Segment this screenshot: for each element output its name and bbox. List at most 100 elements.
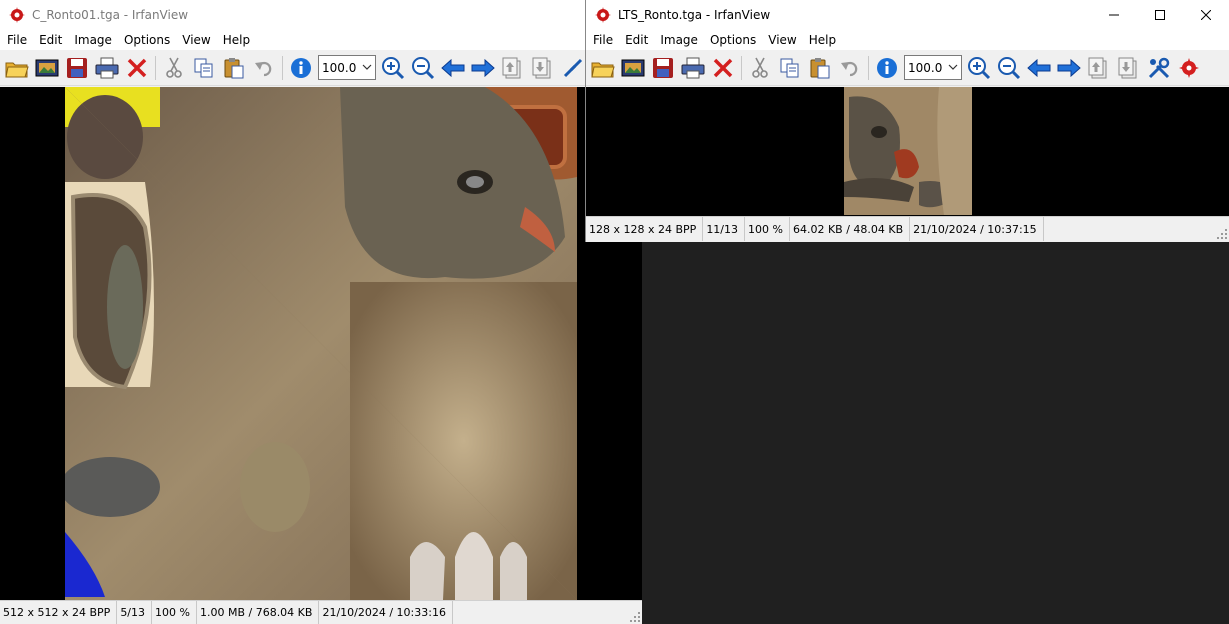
status-bar: 512 x 512 x 24 BPP 5/13 100 % 1.00 MB / …	[0, 600, 642, 624]
resize-grip-icon[interactable]	[630, 612, 640, 622]
copy-icon	[780, 58, 799, 77]
toolbar-separator	[741, 55, 742, 80]
open-folder-icon	[5, 62, 29, 77]
previous-button[interactable]	[438, 53, 468, 83]
delete-icon	[713, 58, 733, 77]
paste-button[interactable]	[219, 53, 249, 83]
print-button[interactable]	[92, 53, 122, 83]
status-datetime: 21/10/2024 / 10:37:15	[910, 217, 1044, 241]
menu-image[interactable]: Image	[655, 31, 703, 49]
resize-grip-icon[interactable]	[1217, 229, 1227, 239]
image-viewport[interactable]	[586, 87, 1229, 216]
previous-button[interactable]	[1024, 53, 1054, 83]
thumbnails-button[interactable]	[618, 53, 648, 83]
chevron-down-icon	[362, 64, 372, 70]
cut-icon	[166, 57, 182, 78]
zoom-out-button[interactable]	[408, 53, 438, 83]
settings-button[interactable]	[558, 53, 588, 83]
toolbar-separator	[282, 55, 283, 80]
open-folder-icon	[591, 62, 615, 77]
page-down-button[interactable]	[1114, 53, 1144, 83]
menu-image[interactable]: Image	[69, 31, 117, 49]
save-icon	[653, 57, 673, 78]
menu-options[interactable]: Options	[705, 31, 761, 49]
menu-options[interactable]: Options	[119, 31, 175, 49]
paste-button[interactable]	[805, 53, 835, 83]
thumbnails-button[interactable]	[32, 53, 62, 83]
status-index: 11/13	[703, 217, 746, 241]
save-button[interactable]	[648, 53, 678, 83]
page-down-icon	[532, 57, 551, 78]
close-button[interactable]	[1183, 0, 1229, 29]
cut-button[interactable]	[159, 53, 189, 83]
page-up-button[interactable]	[1084, 53, 1114, 83]
menu-file[interactable]: File	[2, 31, 32, 49]
delete-button[interactable]	[122, 53, 152, 83]
window-title: LTS_Ronto.tga - IrfanView	[618, 7, 771, 22]
image-viewport[interactable]	[0, 87, 642, 600]
menu-edit[interactable]: Edit	[620, 31, 653, 49]
undo-icon	[841, 61, 858, 76]
copy-button[interactable]	[189, 53, 219, 83]
menu-help[interactable]: Help	[804, 31, 841, 49]
info-button[interactable]	[872, 53, 902, 83]
chevron-down-icon	[948, 64, 958, 70]
zoom-out-button[interactable]	[994, 53, 1024, 83]
info-icon	[877, 57, 897, 78]
paste-icon	[224, 57, 244, 78]
zoom-value: 100.0	[908, 60, 943, 75]
next-button[interactable]	[1054, 53, 1084, 83]
minimize-icon	[1109, 14, 1119, 15]
status-size: 64.02 KB / 48.04 KB	[790, 217, 911, 241]
save-button[interactable]	[62, 53, 92, 83]
undo-button[interactable]	[249, 53, 279, 83]
page-down-button[interactable]	[528, 53, 558, 83]
print-icon	[95, 57, 119, 78]
irfanview-button[interactable]	[1174, 53, 1204, 83]
open-button[interactable]	[588, 53, 618, 83]
zoom-out-icon	[998, 56, 1021, 79]
zoom-select[interactable]: 100.0	[904, 55, 962, 80]
info-icon	[291, 57, 311, 78]
title-bar[interactable]: C_Ronto01.tga - IrfanView	[0, 0, 642, 29]
menu-bar: File Edit Image Options View Help	[0, 29, 642, 50]
menu-view[interactable]: View	[177, 31, 215, 49]
desktop: C_Ronto01.tga - IrfanView File Edit Imag…	[0, 0, 1229, 624]
status-datetime: 21/10/2024 / 10:33:16	[319, 601, 453, 624]
toolbar: 100.0	[0, 50, 642, 86]
paste-icon	[810, 57, 830, 78]
undo-button[interactable]	[835, 53, 865, 83]
next-button[interactable]	[468, 53, 498, 83]
irfanview-window-right: LTS_Ronto.tga - IrfanView File Edit Imag…	[585, 0, 1229, 242]
next-icon	[1057, 58, 1081, 77]
maximize-button[interactable]	[1137, 0, 1183, 29]
status-index: 5/13	[117, 601, 153, 624]
maximize-icon	[1155, 9, 1165, 20]
cut-icon	[752, 57, 768, 78]
irfanview-app-icon	[595, 6, 611, 23]
zoom-select[interactable]: 100.0	[318, 55, 376, 80]
title-bar[interactable]: LTS_Ronto.tga - IrfanView	[586, 0, 1229, 29]
copy-button[interactable]	[775, 53, 805, 83]
delete-button[interactable]	[708, 53, 738, 83]
menu-view[interactable]: View	[763, 31, 801, 49]
menu-help[interactable]: Help	[218, 31, 255, 49]
zoom-in-icon	[968, 56, 991, 79]
next-icon	[471, 58, 495, 77]
status-zoom: 100 %	[745, 217, 790, 241]
menu-file[interactable]: File	[588, 31, 618, 49]
zoom-out-icon	[412, 56, 435, 79]
menu-edit[interactable]: Edit	[34, 31, 67, 49]
zoom-in-button[interactable]	[964, 53, 994, 83]
cut-button[interactable]	[745, 53, 775, 83]
open-button[interactable]	[2, 53, 32, 83]
settings-button[interactable]	[1144, 53, 1174, 83]
settings-icon	[563, 58, 583, 77]
settings-icon	[1148, 57, 1170, 78]
zoom-in-button[interactable]	[378, 53, 408, 83]
print-button[interactable]	[678, 53, 708, 83]
page-up-button[interactable]	[498, 53, 528, 83]
info-button[interactable]	[286, 53, 316, 83]
thumbnails-icon	[621, 59, 645, 76]
minimize-button[interactable]	[1091, 0, 1137, 29]
